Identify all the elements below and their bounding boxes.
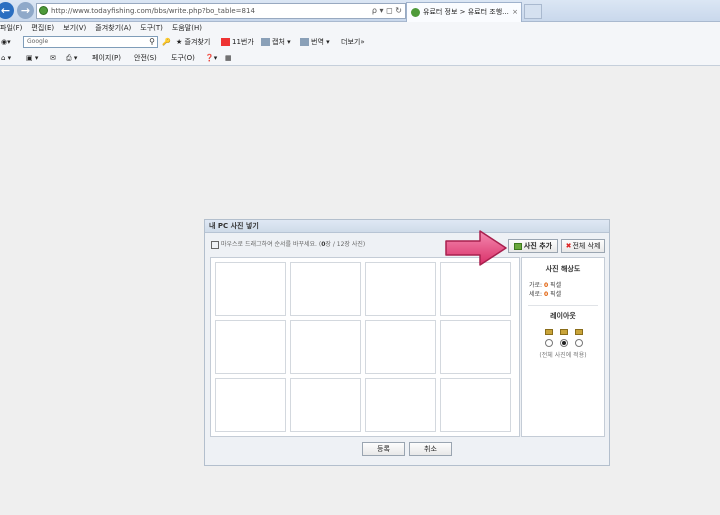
back-arrow-icon[interactable]: ←	[0, 2, 14, 19]
layout-2-icon	[560, 329, 568, 335]
photo-slot[interactable]	[440, 320, 511, 374]
photo-slot[interactable]	[215, 378, 286, 432]
resolution-width-value: 0	[543, 282, 549, 289]
photo-slot[interactable]	[440, 262, 511, 316]
dialog-title: 내 PC 사진 넣기	[205, 220, 609, 233]
panel-divider	[528, 305, 598, 306]
google-search-input[interactable]: Google ⚲	[23, 36, 158, 48]
mail-icon[interactable]: ✉	[50, 50, 56, 66]
11st-icon	[221, 38, 230, 46]
photo-grid	[210, 257, 520, 437]
photo-count: (0장 / 12장 사진)	[318, 241, 366, 248]
site-favicon-icon	[39, 6, 48, 15]
address-controls-icon[interactable]: ρ ▾ ◻ ↻	[372, 4, 402, 18]
home-icon[interactable]: ⌂ ▾	[1, 50, 11, 66]
photo-upload-dialog: 내 PC 사진 넣기 마우스로 드래그하여 순서를 바꾸세요. (0장 / 12…	[204, 219, 610, 466]
capture-icon	[261, 38, 270, 46]
layout-1-icon	[545, 329, 553, 335]
picture-icon	[513, 242, 522, 250]
tools-menu[interactable]: 도구(O)	[171, 50, 195, 66]
photo-slot[interactable]	[365, 378, 436, 432]
page-menu[interactable]: 페이지(P)	[92, 50, 121, 66]
capture-label: 캡처	[272, 38, 285, 46]
research-icon[interactable]: ▦	[225, 50, 232, 66]
menu-view[interactable]: 보기(V)	[63, 24, 86, 32]
layout-note: (전체 사진에 적용)	[539, 352, 587, 359]
translate-label: 번역	[311, 38, 324, 46]
photo-slot[interactable]	[440, 378, 511, 432]
key-icon[interactable]: 🔑	[162, 34, 171, 50]
settings-panel: 사진 해상도 가로: 0 픽셀 세로: 0 픽셀 레이아웃 (전체 사진에 적용…	[521, 257, 605, 437]
register-button[interactable]: 등록	[362, 442, 405, 456]
more-button[interactable]: 더보기»	[341, 34, 365, 50]
forward-arrow-icon[interactable]: →	[17, 2, 34, 19]
favorites-bar: ◉▾ Google ⚲ 🔑 ★ 즐겨찾기 11번가 캡처 ▾ 번역 ▾ 더보기»	[0, 34, 720, 50]
resolution-width: 가로: 0 픽셀	[529, 282, 562, 289]
address-bar[interactable]: http://www.todayfishing.com/bbs/write.ph…	[36, 3, 406, 19]
photo-slot[interactable]	[290, 320, 361, 374]
toolbar-options-icon[interactable]: ◉▾	[1, 34, 11, 50]
feeds-icon[interactable]: ▣ ▾	[26, 50, 38, 66]
print-icon[interactable]: ⎙ ▾	[66, 50, 77, 66]
11st-label: 11번가	[232, 38, 254, 46]
more-chevron-icon: »	[360, 38, 365, 46]
resolution-height: 세로: 0 픽셀	[529, 291, 562, 298]
browser-titlebar: ← → http://www.todayfishing.com/bbs/writ…	[0, 0, 720, 22]
help-icon[interactable]: ❓▾	[205, 50, 217, 66]
favorites-label: 즐겨찾기	[184, 38, 211, 46]
translate-button[interactable]: 번역 ▾	[300, 34, 330, 50]
menu-tools[interactable]: 도구(T)	[140, 24, 163, 32]
menu-bar: 파일(F) 편집(E) 보기(V) 즐겨찾기(A) 도구(T) 도움말(H)	[0, 22, 720, 34]
drag-hint-text: 마우스로 드래그하여 순서를 바꾸세요.	[221, 241, 317, 248]
address-url: http://www.todayfishing.com/bbs/write.ph…	[51, 7, 255, 15]
resolution-height-value: 0	[543, 291, 549, 298]
tab-favicon-icon	[411, 8, 420, 17]
photo-slot[interactable]	[290, 262, 361, 316]
favorites-star-button[interactable]: ★ 즐겨찾기	[176, 34, 210, 50]
resolution-title: 사진 해상도	[545, 265, 581, 273]
layout-2-radio[interactable]	[560, 339, 568, 347]
google-search-placeholder: Google	[27, 38, 49, 45]
layout-1-radio[interactable]	[545, 339, 553, 347]
layout-3-icon	[575, 329, 583, 335]
drag-hint: 마우스로 드래그하여 순서를 바꾸세요. (0장 / 12장 사진)	[211, 239, 365, 249]
command-bar: ⌂ ▾ ▣ ▾ ✉ ⎙ ▾ 페이지(P) 안전(S) 도구(O) ❓▾ ▦	[0, 50, 720, 66]
11st-button[interactable]: 11번가	[221, 34, 254, 50]
photo-slot[interactable]	[365, 320, 436, 374]
new-tab-button[interactable]	[524, 4, 542, 19]
delete-all-label: 전체 삭제	[572, 242, 601, 250]
layout-3-radio[interactable]	[575, 339, 583, 347]
photo-slot[interactable]	[215, 262, 286, 316]
photo-slot[interactable]	[365, 262, 436, 316]
add-photo-label: 사진 추가	[523, 242, 553, 250]
menu-file[interactable]: 파일(F)	[0, 24, 22, 32]
menu-edit[interactable]: 편집(E)	[31, 24, 54, 32]
more-label: 더보기	[341, 38, 361, 46]
photo-slot[interactable]	[215, 320, 286, 374]
capture-button[interactable]: 캡처 ▾	[261, 34, 291, 50]
pink-pointer-arrow-icon	[445, 230, 507, 266]
delete-all-button[interactable]: ✖전체 삭제	[561, 239, 605, 253]
safety-menu[interactable]: 안전(S)	[134, 50, 157, 66]
tab-close-icon[interactable]: ×	[512, 3, 518, 21]
menu-help[interactable]: 도움말(H)	[172, 24, 202, 32]
tab-title: 유료터 정보 > 유료터 조행...	[423, 8, 509, 16]
delete-x-icon: ✖	[565, 242, 572, 250]
menu-favorites[interactable]: 즐겨찾기(A)	[95, 24, 131, 32]
magnifier-icon[interactable]: ⚲	[149, 37, 155, 47]
photo-slot[interactable]	[290, 378, 361, 432]
tab-active[interactable]: 유료터 정보 > 유료터 조행... ×	[406, 2, 522, 22]
layout-title: 레이아웃	[550, 312, 576, 320]
drag-cursor-icon	[211, 240, 219, 249]
cancel-button[interactable]: 취소	[409, 442, 452, 456]
add-photo-button[interactable]: 사진 추가	[508, 239, 558, 253]
translate-icon	[300, 38, 309, 46]
